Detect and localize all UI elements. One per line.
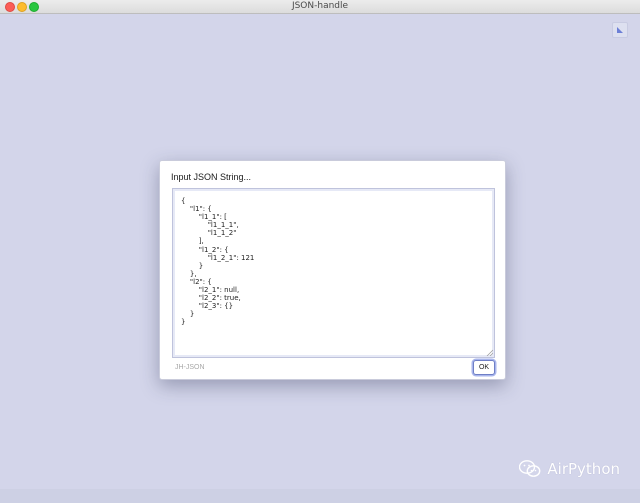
corner-toggle-icon[interactable] (612, 22, 628, 38)
footer-label: JH-JSON (175, 364, 205, 371)
dialog-title: Input JSON String... (171, 172, 252, 182)
window-title: JSON-handle (291, 1, 349, 11)
bottom-bar (0, 489, 640, 503)
watermark-text: AirPython (547, 460, 620, 478)
ok-button[interactable]: OK (473, 360, 495, 375)
json-input-textarea[interactable]: { "l1": { "l1_1": [ "l1_1_1", "l1_1_2" ]… (172, 188, 495, 358)
resize-grip-icon[interactable] (486, 349, 493, 356)
json-input-text[interactable]: { "l1": { "l1_1": [ "l1_1_1", "l1_1_2" ]… (173, 189, 494, 327)
app-window: JSON-handle Input JSON String... { "l1":… (0, 0, 640, 503)
watermark: AirPython (519, 460, 620, 478)
wechat-icon (519, 460, 541, 477)
input-json-dialog: Input JSON String... { "l1": { "l1_1": [… (159, 160, 506, 380)
title-bar: JSON-handle (0, 0, 640, 14)
